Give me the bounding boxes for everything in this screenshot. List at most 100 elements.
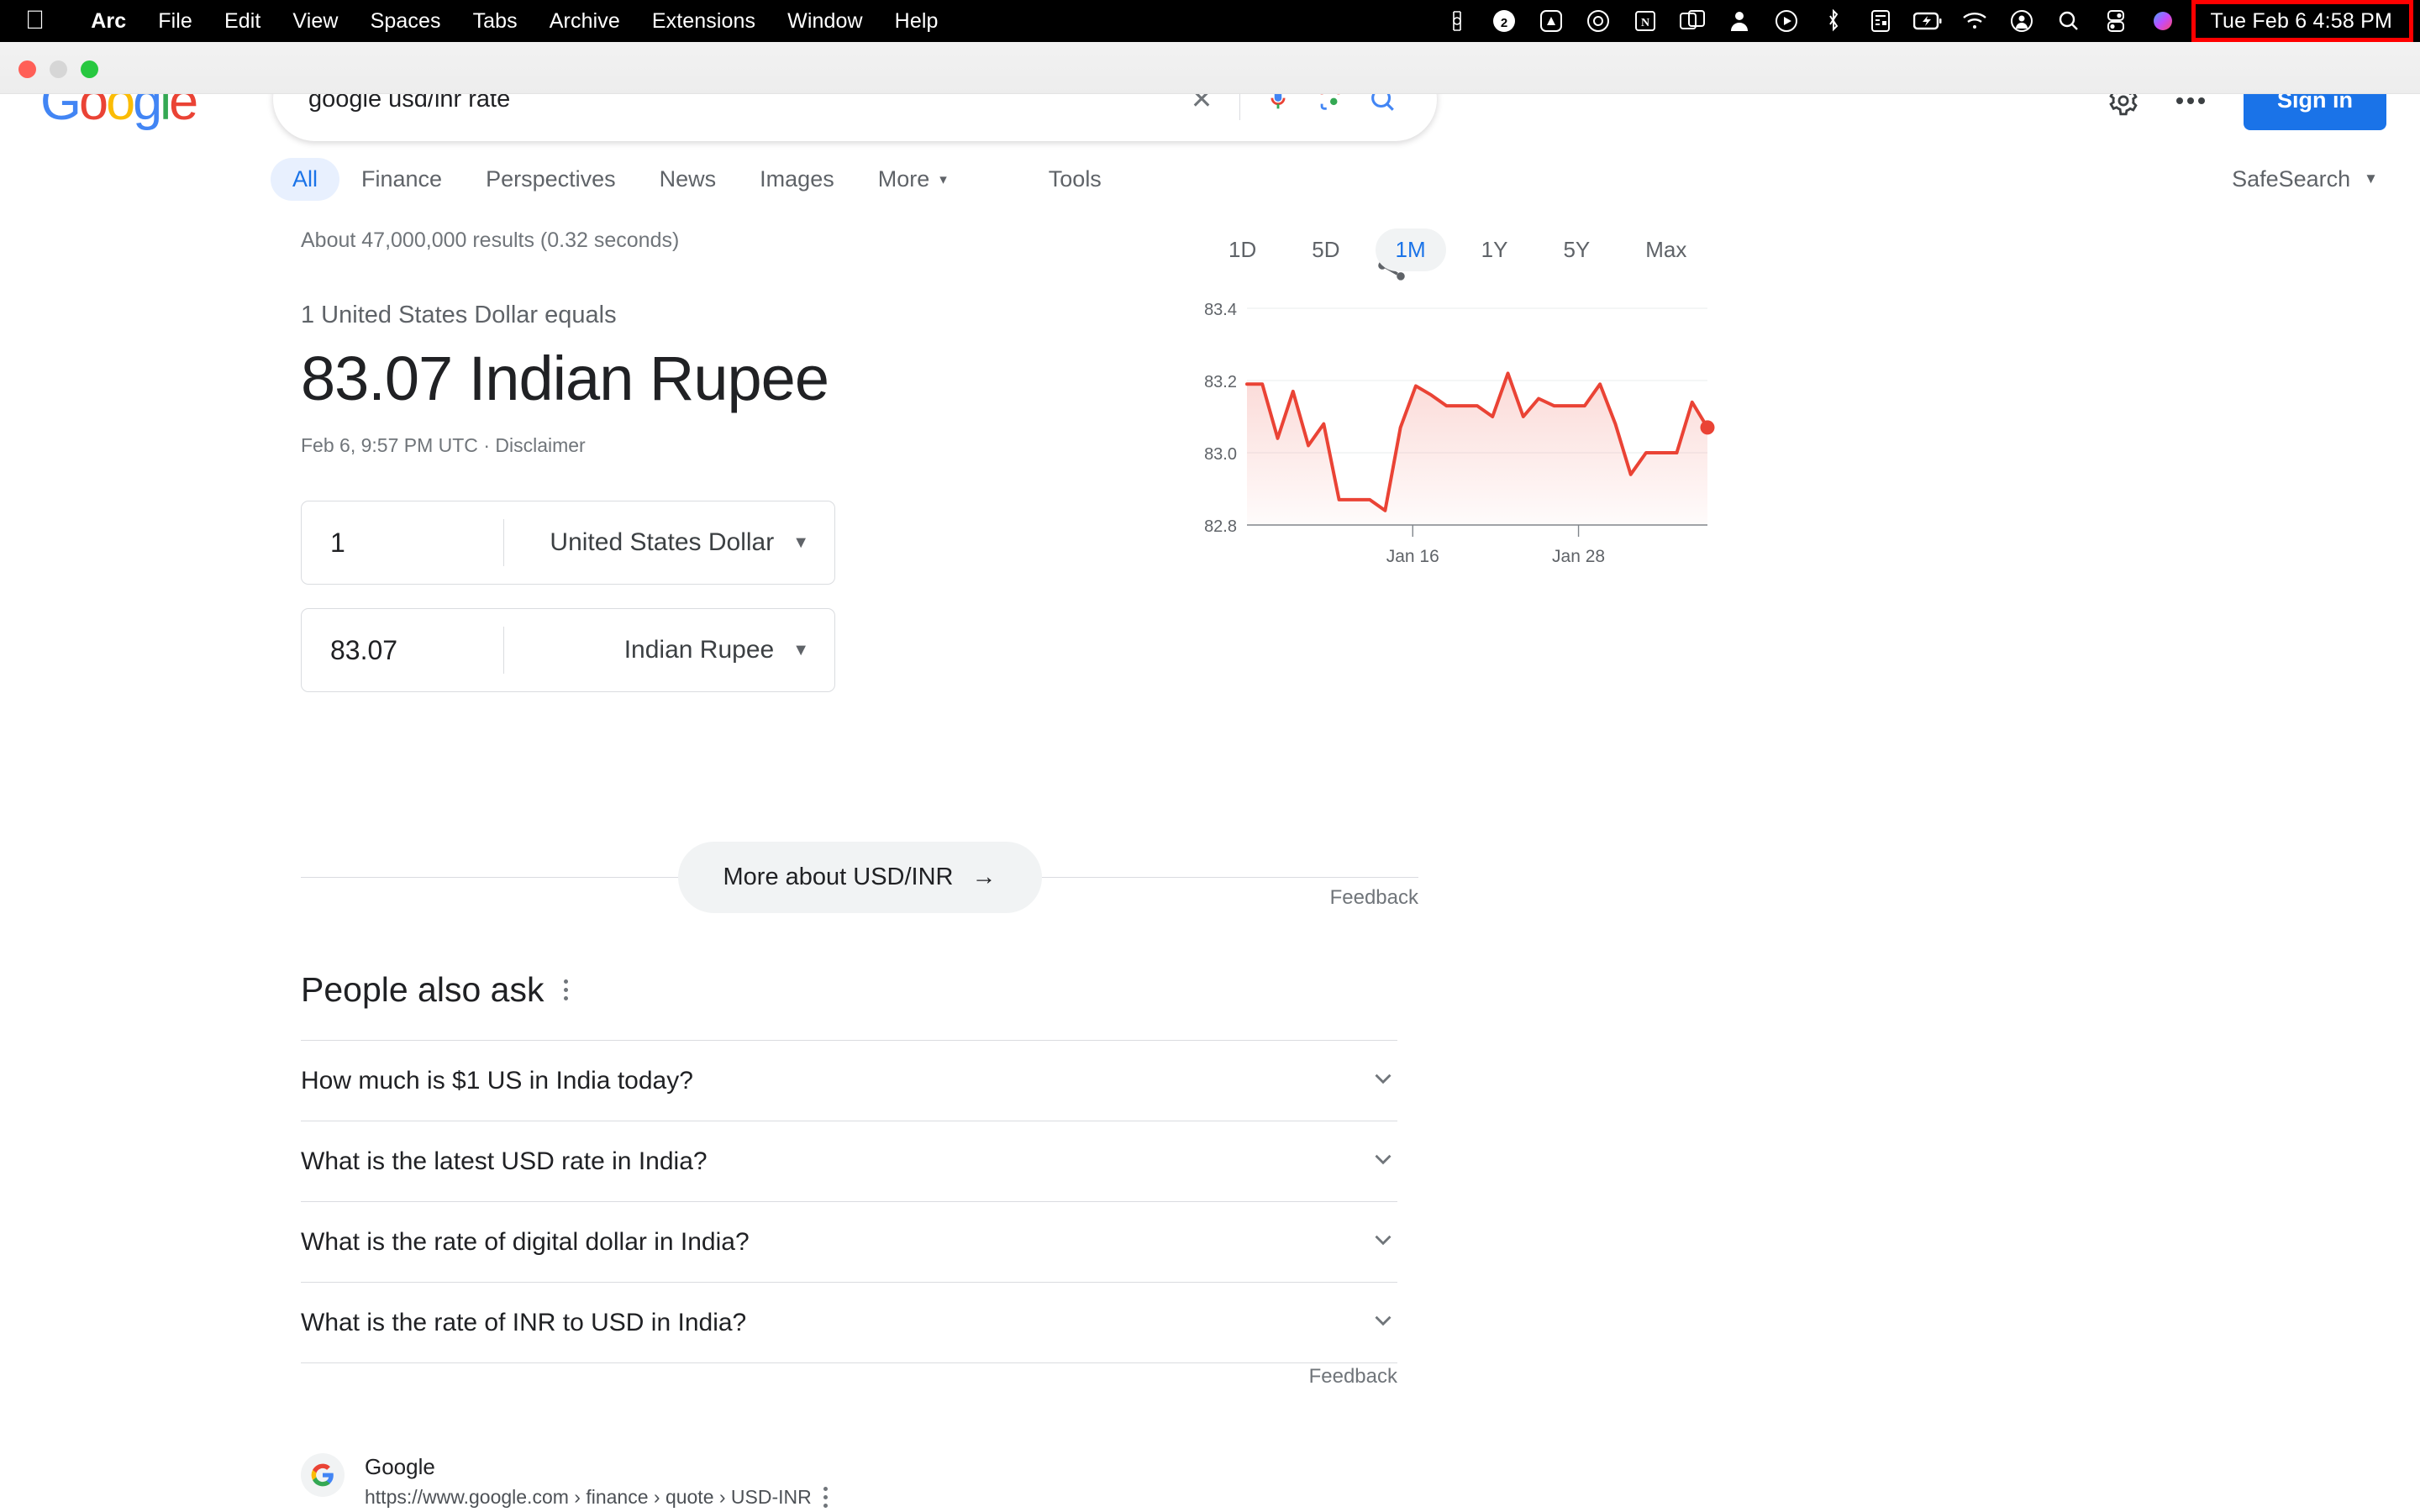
user-icon[interactable] — [1716, 0, 1763, 42]
from-amount-input[interactable]: 1 — [302, 528, 503, 559]
tab-more[interactable]: More ▾ — [856, 158, 969, 201]
to-currency-select[interactable]: Indian Rupee ▼ — [504, 636, 834, 664]
converter-inputs: 1 United States Dollar ▼ 83.07 Indian Ru… — [301, 501, 835, 693]
chart-area-fill — [1247, 373, 1707, 525]
chevron-down-icon: ▼ — [792, 640, 809, 659]
menu-item-window[interactable]: Window — [771, 9, 879, 34]
result-url: https://www.google.com › finance › quote… — [365, 1486, 828, 1509]
menu-item-archive[interactable]: Archive — [534, 9, 636, 34]
chevron-down-icon[interactable] — [1369, 1306, 1397, 1339]
apple-icon[interactable]:  — [25, 7, 45, 33]
tab-finance[interactable]: Finance — [339, 158, 464, 201]
chevron-down-icon: ▼ — [2364, 171, 2378, 186]
battery-charging-icon[interactable] — [1904, 0, 1951, 42]
minimize-button[interactable] — [50, 60, 67, 78]
menu-item-file[interactable]: File — [142, 9, 208, 34]
chevron-down-icon[interactable] — [1369, 1064, 1397, 1097]
disclaimer-link[interactable]: Disclaimer — [495, 434, 585, 456]
tab-perspectives[interactable]: Perspectives — [464, 158, 638, 201]
menu-item-extensions[interactable]: Extensions — [636, 9, 771, 34]
notion-icon[interactable]: N — [1622, 0, 1669, 42]
people-also-ask-section: People also ask How much is $1 US in Ind… — [301, 970, 1397, 1363]
oneplayer-icon[interactable] — [1575, 0, 1622, 42]
tab-more-label: More — [877, 165, 930, 192]
paa-feedback-link[interactable]: Feedback — [301, 1365, 1397, 1389]
y-axis-tick-label: 83.4 — [1204, 301, 1237, 319]
x-axis-tick-label: Jan 16 — [1386, 547, 1439, 566]
chevron-down-icon[interactable] — [1369, 1145, 1397, 1178]
to-amount-input[interactable]: 83.07 — [302, 635, 503, 666]
menu-bar-clock-highlight: Tue Feb 6 4:58 PM — [2191, 0, 2413, 42]
y-axis-tick-label: 82.8 — [1204, 517, 1237, 536]
close-button[interactable] — [18, 60, 36, 78]
x-axis-tick-label: Jan 28 — [1552, 547, 1605, 566]
organic-result-text: Google https://www.google.com › finance … — [365, 1453, 828, 1509]
paa-question-1[interactable]: How much is $1 US in India today? — [301, 1040, 1397, 1121]
paa-question-4[interactable]: What is the rate of INR to USD in India? — [301, 1282, 1397, 1362]
wifi-icon[interactable] — [1951, 0, 1998, 42]
tab-news[interactable]: News — [638, 158, 739, 201]
tools-button[interactable]: Tools — [1049, 166, 1102, 192]
svg-text:2: 2 — [1500, 16, 1507, 30]
account-icon[interactable] — [1998, 0, 2045, 42]
menu-bar-left:  Arc File Edit View Spaces Tabs Archive… — [0, 7, 955, 34]
menu-item-spaces[interactable]: Spaces — [355, 9, 457, 34]
search-nav-row: All Finance Perspectives News Images Mor… — [0, 150, 2420, 208]
converter-feedback-link[interactable]: Feedback — [301, 886, 1418, 910]
chart-end-marker — [1700, 420, 1715, 435]
paa-question-2[interactable]: What is the latest USD rate in India? — [301, 1121, 1397, 1201]
paa-question-label: What is the rate of INR to USD in India? — [301, 1308, 747, 1336]
chart-svg: 82.8 83.0 83.2 83.4 Jan 16 Jan 28 — [1204, 301, 1715, 566]
display-mirror-icon[interactable] — [1669, 0, 1716, 42]
menu-item-view[interactable]: View — [276, 9, 354, 34]
chevron-down-icon: ▼ — [792, 533, 809, 552]
range-5y[interactable]: 5Y — [1543, 228, 1610, 271]
chevron-down-icon[interactable] — [1369, 1226, 1397, 1258]
range-max[interactable]: Max — [1625, 228, 1707, 271]
google-favicon — [301, 1453, 345, 1497]
menu-bar-clock[interactable]: Tue Feb 6 4:58 PM — [2196, 9, 2409, 34]
range-1y[interactable]: 1Y — [1461, 228, 1528, 271]
converter-left: 1 United States Dollar equals 83.07 Indi… — [301, 302, 864, 716]
safesearch-label: SafeSearch — [2232, 165, 2351, 192]
calendar-icon[interactable] — [1857, 0, 1904, 42]
figma-icon[interactable] — [1434, 0, 1481, 42]
paa-question-label: How much is $1 US in India today? — [301, 1066, 693, 1095]
chart-plot-area[interactable]: 82.8 83.0 83.2 83.4 Jan 16 Jan 28 — [1192, 300, 1721, 577]
converter-timestamp-row: Feb 6, 9:57 PM UTC · Disclaimer — [301, 434, 864, 457]
menu-bar-status-icons: 2 N Tue Feb 6 4:58 PM — [1434, 0, 2420, 42]
window-traffic-lights — [18, 60, 98, 78]
converter-rate-headline: 83.07 Indian Rupee — [301, 344, 829, 413]
spotlight-search-icon[interactable] — [2045, 0, 2092, 42]
siri-icon[interactable] — [2139, 0, 2186, 42]
control-center-icon[interactable] — [2092, 0, 2139, 42]
organic-result[interactable]: Google https://www.google.com › finance … — [301, 1453, 1418, 1509]
tab-images[interactable]: Images — [738, 158, 856, 201]
grammarly-icon[interactable]: 2 — [1481, 0, 1528, 42]
kebab-menu-icon[interactable] — [823, 1486, 828, 1508]
converter-to-row[interactable]: 83.07 Indian Rupee ▼ — [301, 608, 835, 693]
from-currency-label: United States Dollar — [550, 528, 775, 557]
menu-item-tabs[interactable]: Tabs — [457, 9, 534, 34]
paa-question-label: What is the latest USD rate in India? — [301, 1147, 708, 1175]
safesearch-dropdown[interactable]: SafeSearch ▼ — [2232, 166, 2378, 192]
macos-menu-bar:  Arc File Edit View Spaces Tabs Archive… — [0, 0, 2420, 42]
tab-all[interactable]: All — [271, 157, 340, 201]
browser-window-chrome — [0, 42, 2420, 94]
to-currency-label: Indian Rupee — [623, 636, 775, 664]
arc-icon[interactable] — [1528, 0, 1575, 42]
range-1m[interactable]: 1M — [1375, 228, 1446, 271]
play-icon[interactable] — [1763, 0, 1810, 42]
zoom-button[interactable] — [81, 60, 98, 78]
range-5d[interactable]: 5D — [1292, 228, 1360, 271]
range-1d[interactable]: 1D — [1208, 228, 1276, 271]
result-url-text: https://www.google.com › finance › quote… — [365, 1485, 812, 1508]
paa-question-3[interactable]: What is the rate of digital dollar in In… — [301, 1201, 1397, 1282]
bluetooth-icon[interactable] — [1810, 0, 1857, 42]
menu-item-edit[interactable]: Edit — [208, 9, 276, 34]
menu-item-arc[interactable]: Arc — [75, 9, 142, 34]
converter-from-row[interactable]: 1 United States Dollar ▼ — [301, 501, 835, 585]
menu-item-help[interactable]: Help — [879, 9, 955, 34]
kebab-menu-icon[interactable] — [564, 979, 569, 1000]
from-currency-select[interactable]: United States Dollar ▼ — [504, 528, 834, 557]
